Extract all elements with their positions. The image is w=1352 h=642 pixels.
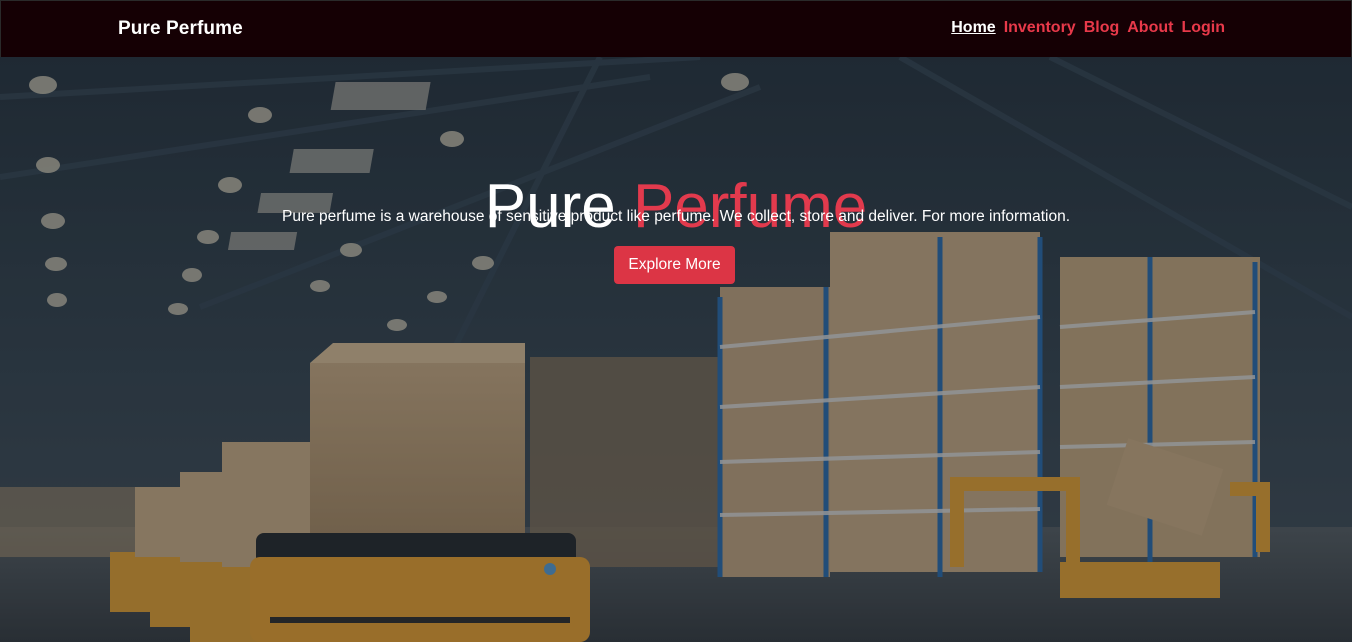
hero-title-primary: Pure (484, 171, 616, 241)
explore-more-button[interactable]: Explore More (614, 246, 735, 284)
nav-blog-link[interactable]: Blog (1084, 19, 1120, 37)
nav-home-link[interactable]: Home (951, 19, 995, 37)
hero-banner: Pure Perfume Pure perfume is a warehouse… (0, 57, 1352, 642)
hero-description: Pure perfume is a warehouse of sensitive… (282, 208, 1070, 225)
hero-title: Pure Perfume (0, 171, 1352, 243)
nav-about-link[interactable]: About (1127, 19, 1173, 37)
nav-login-link[interactable]: Login (1181, 19, 1225, 37)
nav-links: Home Inventory Blog About Login (951, 19, 1225, 37)
hero-overlay (0, 57, 1352, 642)
nav-inventory-link[interactable]: Inventory (1004, 19, 1076, 37)
top-navbar: Pure Perfume Home Inventory Blog About L… (0, 0, 1352, 58)
brand-logo[interactable]: Pure Perfume (118, 18, 243, 40)
hero-title-accent: Perfume (632, 171, 868, 241)
